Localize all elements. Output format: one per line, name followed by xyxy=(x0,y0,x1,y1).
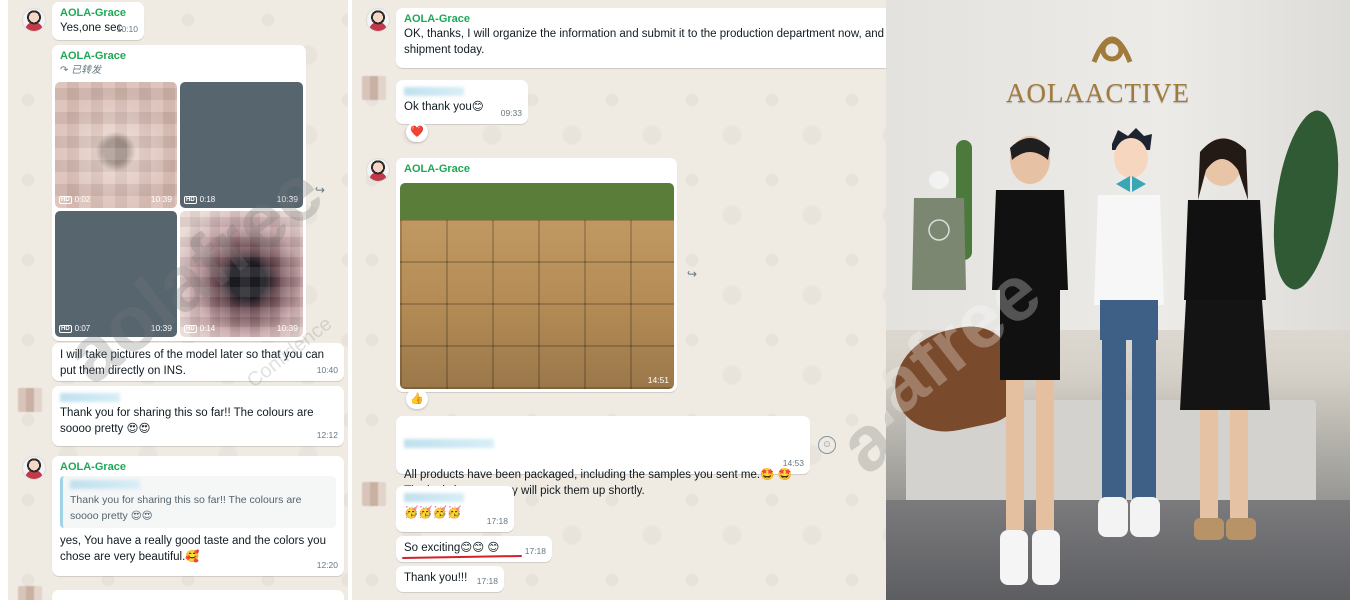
quoted-sender-blurred xyxy=(70,480,140,489)
message-bubble[interactable]: AOLA-Grace Yes,one sec 10:10 xyxy=(52,2,144,40)
avatar[interactable] xyxy=(366,8,390,32)
sender-name-blurred xyxy=(404,439,494,448)
message-text: Thank you!!! xyxy=(404,572,468,584)
message-time: 17:18 xyxy=(486,516,508,526)
reply-message-bubble[interactable]: AOLA-Grace Thank you for sharing this so… xyxy=(52,456,344,576)
sender-name-blurred xyxy=(404,87,464,96)
message-time: 10:10 xyxy=(116,24,138,34)
video-hd-icon: HD 0:18 xyxy=(184,195,216,204)
video-hd-icon: HD 0:02 xyxy=(59,195,91,204)
message-bubble[interactable] xyxy=(52,590,344,600)
emoji-smiley-icon[interactable]: ☺ xyxy=(818,436,836,454)
video-thumbnail[interactable]: HD 0:18 10:39 xyxy=(180,82,303,208)
message-bubble[interactable]: Ok thank you😊 09:33 xyxy=(396,80,528,124)
message-text: OK, thanks, I will organize the informat… xyxy=(404,28,885,56)
forwarded-label: ↷ 已转发 xyxy=(60,65,102,76)
face-cover-cartoon xyxy=(1106,128,1156,192)
avatar[interactable] xyxy=(18,388,42,412)
person-right xyxy=(1176,130,1276,570)
message-text: 🥳🥳🥳🥳 xyxy=(404,507,462,519)
brand-sign: AOLAACTIVE xyxy=(1006,78,1190,108)
message-time: 12:20 xyxy=(316,560,338,570)
quoted-text: Thank you for sharing this so far!! The … xyxy=(70,494,302,522)
brand-logo-icon xyxy=(1082,22,1142,68)
reaction-heart[interactable]: ❤️ xyxy=(406,122,428,142)
avatar[interactable] xyxy=(362,482,386,506)
sender-name-blurred xyxy=(404,493,464,502)
video-hd-icon: HD 0:14 xyxy=(184,324,216,333)
message-text: So exciting😊😊 😊 xyxy=(404,542,500,554)
avatar[interactable] xyxy=(22,8,46,32)
message-time: 17:18 xyxy=(476,576,498,586)
sender-name: AOLA-Grace xyxy=(404,13,471,25)
message-time: 09:33 xyxy=(500,108,522,118)
media-time: 14:51 xyxy=(647,375,669,385)
watermark: aolafree xyxy=(822,236,886,491)
video-thumbnail[interactable]: HD 0:02 10:39 xyxy=(55,82,177,208)
mannequin xyxy=(904,170,974,300)
sender-name: AOLA-Grace xyxy=(60,7,127,19)
avatar[interactable] xyxy=(362,76,386,100)
sender-name-blurred xyxy=(60,393,120,402)
quoted-message[interactable]: Thank you for sharing this so far!! The … xyxy=(60,476,336,528)
avatar[interactable] xyxy=(22,456,46,480)
person-left xyxy=(980,130,1070,590)
message-bubble[interactable]: AOLA-Grace OK, thanks, I will organize t… xyxy=(396,8,886,68)
sender-name: AOLA-Grace xyxy=(404,163,471,175)
media-time: 10:39 xyxy=(150,323,172,333)
message-bubble[interactable]: All products have been packaged, includi… xyxy=(396,416,810,497)
sender-name: AOLA-Grace xyxy=(60,461,127,473)
video-thumbnail[interactable]: HD 0:07 10:39 xyxy=(55,211,177,337)
avatar[interactable] xyxy=(18,586,42,600)
message-bubble[interactable]: Thank you for sharing this so far!! The … xyxy=(52,386,344,446)
message-time: 10:40 xyxy=(316,365,338,375)
share-forward-icon[interactable]: ↪ xyxy=(682,264,702,284)
media-time: 10:39 xyxy=(150,194,172,204)
message-text: Yes,one sec xyxy=(60,22,123,34)
message-bubble[interactable]: Thank you!!! 17:18 xyxy=(396,566,504,592)
share-forward-icon[interactable]: ↪ xyxy=(310,180,330,200)
avatar[interactable] xyxy=(366,158,390,182)
video-hd-icon: HD 0:07 xyxy=(59,324,91,333)
packed-boxes-photo[interactable]: 14:51 xyxy=(400,183,674,389)
message-text: Ok thank you😊 xyxy=(404,101,484,113)
message-text: I will take pictures of the model later … xyxy=(60,349,324,377)
chat-panel-right: AOLA-Grace OK, thanks, I will organize t… xyxy=(352,0,886,600)
message-text: yes, You have a really good taste and th… xyxy=(60,535,326,563)
message-bubble[interactable]: I will take pictures of the model later … xyxy=(52,343,344,381)
message-time: 17:18 xyxy=(524,546,546,556)
media-time: 10:39 xyxy=(276,194,298,204)
message-text: Thank you for sharing this so far!! The … xyxy=(60,407,314,435)
showroom-photo: AOLAACTIVE aolafree xyxy=(886,0,1350,600)
reaction-thumbs-up[interactable]: 👍 xyxy=(406,389,428,409)
sender-name: AOLA-Grace xyxy=(60,50,127,62)
media-time: 10:39 xyxy=(276,323,298,333)
message-time: 14:53 xyxy=(782,458,804,468)
message-time: 12:12 xyxy=(316,430,338,440)
message-bubble[interactable]: 🥳🥳🥳🥳 17:18 xyxy=(396,486,514,532)
chat-panel-left: AOLA-Grace Yes,one sec 10:10 AOLA-Grace … xyxy=(8,0,348,600)
video-thumbnail[interactable]: HD 0:14 10:39 xyxy=(180,211,303,337)
